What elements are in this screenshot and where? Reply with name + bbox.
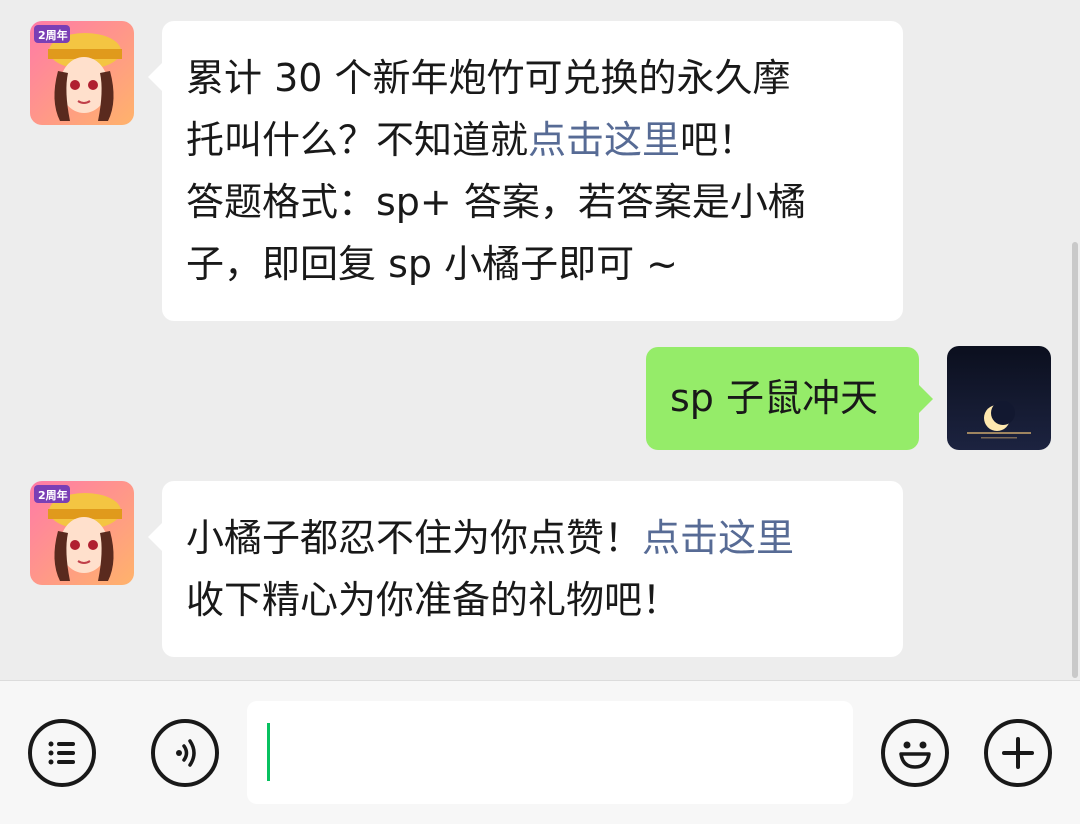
emoji-icon: [899, 741, 931, 769]
more-button[interactable]: [984, 719, 1052, 787]
message-input[interactable]: [247, 701, 853, 804]
avatar-badge: 2周年: [38, 28, 68, 42]
moon-night-avatar-image: [947, 346, 1051, 450]
menu-button[interactable]: [28, 719, 96, 787]
message-line: 答题格式：sp+ 答案，若答案是小橘: [186, 180, 806, 224]
message-line: 托叫什么？不知道就点击这里吧！: [186, 118, 757, 162]
message-line: 小橘子都忍不住为你点赞！点击这里: [186, 516, 795, 560]
input-bar: [0, 680, 1080, 824]
click-here-link[interactable]: 点击这里: [528, 118, 680, 162]
avatar-badge: 2周年: [38, 488, 68, 502]
sender-avatar[interactable]: 2周年: [30, 481, 134, 585]
message-line: 收下精心为你准备的礼物吧！: [186, 578, 681, 622]
text-cursor: [267, 723, 270, 781]
game-character-avatar-image: 2周年: [30, 21, 134, 125]
game-character-avatar-image: 2周年: [30, 481, 134, 585]
voice-icon: [176, 739, 196, 767]
my-avatar[interactable]: [947, 346, 1051, 450]
message-line: 累计 30 个新年炮竹可兑换的永久摩: [186, 56, 791, 100]
plus-icon: [1002, 737, 1034, 769]
outgoing-message[interactable]: sp 子鼠冲天: [646, 347, 933, 450]
click-here-link[interactable]: 点击这里: [642, 516, 794, 560]
message-line: 子，即回复 sp 小橘子即可 ~: [186, 242, 678, 286]
incoming-message[interactable]: 累计 30 个新年炮竹可兑换的永久摩 托叫什么？不知道就点击这里吧！ 答题格式：…: [148, 21, 903, 321]
incoming-message[interactable]: 小橘子都忍不住为你点赞！点击这里 收下精心为你准备的礼物吧！: [148, 481, 903, 657]
chat-scrollbar[interactable]: [1072, 242, 1078, 678]
voice-button[interactable]: [151, 719, 219, 787]
chat-area: 2周年 累计 30 个新年炮竹可兑换的永久摩 托叫什么？不知道就点击这里吧！ 答…: [0, 0, 1080, 680]
sender-avatar[interactable]: 2周年: [30, 21, 134, 125]
list-menu-icon: [48, 741, 75, 765]
emoji-button[interactable]: [881, 719, 949, 787]
